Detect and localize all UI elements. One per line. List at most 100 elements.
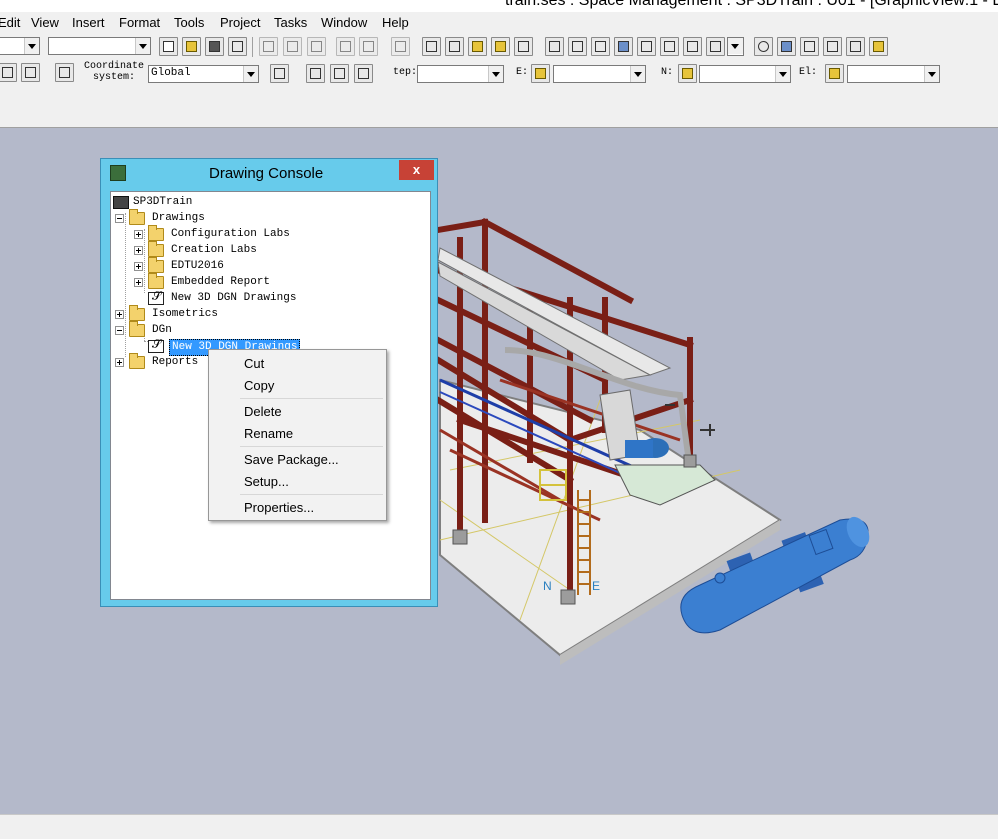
- chevron-down-icon[interactable]: [775, 66, 790, 82]
- copy-icon[interactable]: [259, 37, 278, 56]
- menu-item-rename[interactable]: Rename: [211, 423, 384, 444]
- menu-item-label: Rename: [244, 426, 294, 441]
- menu-item-cut[interactable]: Cut: [211, 353, 384, 374]
- graphic-view[interactable]: N E: [438, 128, 998, 814]
- tree-connector: [125, 213, 126, 357]
- target-icon[interactable]: [270, 64, 289, 83]
- view-dropdown[interactable]: [727, 37, 744, 56]
- permission-group-combo[interactable]: [48, 37, 151, 55]
- common-views-icon[interactable]: [869, 37, 888, 56]
- menu-window[interactable]: Window: [321, 15, 367, 30]
- rotate-view-icon[interactable]: [846, 37, 865, 56]
- pinpoint-icon[interactable]: [0, 63, 17, 82]
- sp3d-logo-icon: [110, 165, 126, 181]
- relative-icon[interactable]: [21, 63, 40, 82]
- tree-node-label: SP3DTrain: [133, 196, 193, 208]
- clip-icon[interactable]: [660, 37, 679, 56]
- select-by-filter-icon[interactable]: [422, 37, 441, 56]
- zoom-area-icon[interactable]: [800, 37, 819, 56]
- chevron-down-icon[interactable]: [924, 66, 939, 82]
- tree-node-label: Isometrics: [152, 308, 219, 320]
- expand-icon[interactable]: [134, 246, 143, 255]
- step-origin-icon[interactable]: [306, 64, 325, 83]
- console-title-bar[interactable]: Drawing Console x: [101, 159, 437, 187]
- el-coordinate-combo[interactable]: [847, 65, 940, 83]
- refresh-icon[interactable]: [228, 37, 247, 56]
- menu-format[interactable]: Format: [119, 15, 160, 30]
- e-coordinate-combo[interactable]: [553, 65, 646, 83]
- pump-motor: [625, 438, 669, 458]
- menu-tasks[interactable]: Tasks: [274, 15, 307, 30]
- close-icon[interactable]: x: [399, 160, 434, 180]
- menu-item-save-package[interactable]: Save Package...: [211, 449, 384, 470]
- view-front-icon[interactable]: [591, 37, 610, 56]
- coordinate-system-combo[interactable]: Global: [148, 65, 259, 83]
- menu-item-label: Cut: [244, 356, 265, 371]
- define-coordinate-icon[interactable]: [55, 63, 74, 82]
- menu-item-label: Delete: [244, 404, 282, 419]
- tree-node-label: New 3D DGN Drawings: [171, 292, 297, 304]
- move-icon[interactable]: [336, 37, 355, 56]
- menu-edit[interactable]: Edit: [0, 15, 20, 30]
- filter-combo[interactable]: [0, 37, 40, 55]
- menu-help[interactable]: Help: [382, 15, 409, 30]
- tree-node-label: DGn: [152, 324, 172, 336]
- folder-icon: [148, 241, 164, 257]
- measure-icon[interactable]: [468, 37, 487, 56]
- delete-icon[interactable]: [307, 37, 326, 56]
- menu-insert[interactable]: Insert: [72, 15, 105, 30]
- e-label: E:: [516, 67, 529, 78]
- ribbon-area: [0, 88, 998, 128]
- expand-icon[interactable]: [134, 278, 143, 287]
- menu-separator: [240, 398, 383, 399]
- chevron-down-icon[interactable]: [488, 66, 503, 82]
- rotate-icon[interactable]: [359, 37, 378, 56]
- view-iso-icon[interactable]: [545, 37, 564, 56]
- lock-icon[interactable]: [678, 64, 697, 83]
- menu-item-properties[interactable]: Properties...: [211, 497, 384, 518]
- menu-item-copy[interactable]: Copy: [211, 375, 384, 396]
- view-top-icon[interactable]: [637, 37, 656, 56]
- step-combo[interactable]: [417, 65, 504, 83]
- clear-clip-icon[interactable]: [706, 37, 725, 56]
- expand-icon[interactable]: [115, 358, 124, 367]
- expand-icon[interactable]: [134, 230, 143, 239]
- undo-icon[interactable]: [391, 37, 410, 56]
- menu-view[interactable]: View: [31, 15, 59, 30]
- clip-volume-icon[interactable]: [683, 37, 702, 56]
- chevron-down-icon[interactable]: [728, 38, 743, 54]
- measure-angle-icon[interactable]: [491, 37, 510, 56]
- chevron-down-icon[interactable]: [24, 38, 39, 54]
- expand-icon[interactable]: [134, 262, 143, 271]
- folder-icon: [129, 321, 145, 337]
- view-plan-icon[interactable]: [568, 37, 587, 56]
- zoom-icon[interactable]: [754, 37, 773, 56]
- chevron-down-icon[interactable]: [135, 38, 150, 54]
- lock-icon[interactable]: [531, 64, 550, 83]
- view-side-icon[interactable]: [614, 37, 633, 56]
- collapse-icon[interactable]: [115, 326, 124, 335]
- menu-item-delete[interactable]: Delete: [211, 401, 384, 422]
- menu-item-setup[interactable]: Setup...: [211, 471, 384, 492]
- lock-icon[interactable]: [825, 64, 844, 83]
- open-icon[interactable]: [182, 37, 201, 56]
- step-target-icon[interactable]: [330, 64, 349, 83]
- pan-icon[interactable]: [777, 37, 796, 56]
- n-coordinate-combo[interactable]: [699, 65, 791, 83]
- chevron-down-icon[interactable]: [243, 66, 258, 82]
- fit-icon[interactable]: [823, 37, 842, 56]
- compass-n-label: N: [543, 579, 552, 593]
- paste-icon[interactable]: [283, 37, 302, 56]
- collapse-icon[interactable]: [115, 214, 124, 223]
- chevron-down-icon[interactable]: [630, 66, 645, 82]
- properties-icon[interactable]: [514, 37, 533, 56]
- menu-tools[interactable]: Tools: [174, 15, 204, 30]
- step-offset-icon[interactable]: [354, 64, 373, 83]
- tree-node-label: EDTU2016: [171, 260, 224, 272]
- inspect-icon[interactable]: [445, 37, 464, 56]
- expand-icon[interactable]: [115, 310, 124, 319]
- menu-project[interactable]: Project: [220, 15, 260, 30]
- dgn-drawing-icon: [148, 290, 164, 305]
- new-icon[interactable]: [159, 37, 178, 56]
- save-icon[interactable]: [205, 37, 224, 56]
